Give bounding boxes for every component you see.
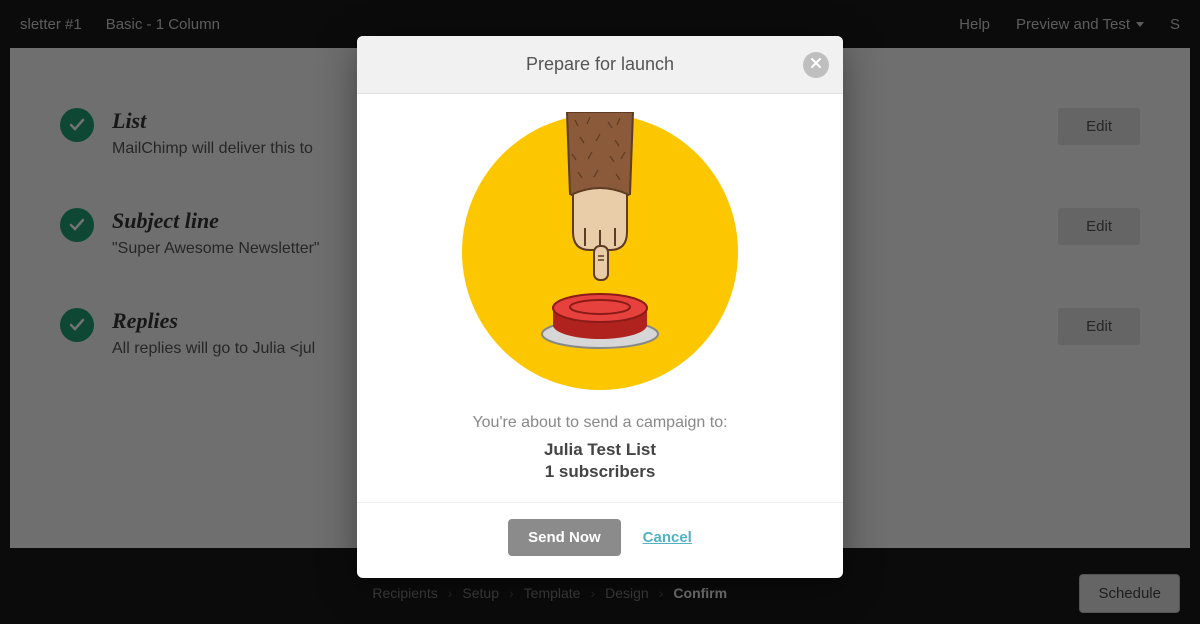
modal-header: Prepare for launch	[357, 36, 843, 94]
modal-title: Prepare for launch	[526, 54, 674, 75]
modal-subscriber-count: 1 subscribers	[387, 462, 813, 482]
close-button[interactable]	[803, 52, 829, 78]
send-now-button[interactable]: Send Now	[508, 519, 621, 556]
modal-footer: Send Now Cancel	[357, 502, 843, 578]
close-icon	[810, 56, 822, 74]
modal-list-name: Julia Test List	[387, 440, 813, 460]
launch-modal: Prepare for launch	[357, 36, 843, 578]
modal-lead: You're about to send a campaign to:	[387, 414, 813, 432]
cancel-link[interactable]: Cancel	[643, 529, 692, 546]
modal-body: You're about to send a campaign to: Juli…	[357, 94, 843, 502]
launch-illustration	[460, 112, 740, 392]
